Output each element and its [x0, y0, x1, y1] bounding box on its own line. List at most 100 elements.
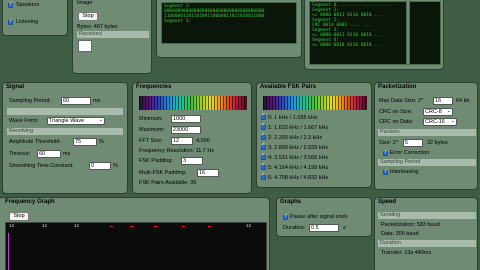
image-bytes: Bytes: 487 bytes — [77, 24, 118, 30]
crc-data-select[interactable]: CRC-16 — [423, 118, 457, 126]
wave-form-select[interactable]: Triangle Wave — [47, 117, 105, 125]
timeout-input[interactable]: 60 — [37, 150, 61, 158]
smoothing-input[interactable]: 0 — [89, 162, 111, 170]
frequency-graph-title: Frequency Graph — [5, 199, 55, 205]
packet-size-input[interactable]: 5 — [403, 139, 423, 147]
fsk-pair-row[interactable]: 2: 2.265 kHz / 2.3 kHz — [261, 135, 322, 141]
graph-marker — [154, 226, 157, 227]
console-line: Segment 1: — [164, 19, 192, 24]
graph-tick: 12 — [9, 223, 15, 228]
console-panel-2: Segment 0: ................... Segment 1… — [304, 0, 444, 70]
fsk-pair-label: 4: 3.531 kHz / 3.566 kHz — [268, 155, 329, 161]
graph-signal-line — [8, 233, 9, 270]
maximum-label: Maximum: — [139, 127, 165, 133]
packets-header: Packets — [378, 129, 476, 136]
fsk-pair-label: 6: 4.798 kHz / 4.832 kHz — [268, 175, 329, 181]
graphs-panel: Graphs Pause after signal ends Duration:… — [276, 197, 372, 237]
fsk-pair-row[interactable]: 3: 2.898 kHz / 2.933 kHz — [261, 145, 328, 151]
fft-size-input[interactable]: 12 — [171, 137, 193, 145]
audio-panel: Speakers Listening — [2, 0, 68, 36]
pause-after-signal-checkbox[interactable] — [283, 213, 288, 220]
amplitude-threshold-input[interactable]: 75 — [73, 138, 97, 146]
interleaving-checkbox[interactable] — [383, 168, 388, 175]
duration-header: Duration — [378, 240, 476, 247]
graph-tick: 12 — [74, 223, 80, 228]
signal-section-bar — [7, 108, 123, 115]
packet-size-unit: 32 bytes — [427, 140, 448, 146]
fsk-pair-checkbox[interactable] — [261, 145, 266, 151]
error-correction-label: Error Correction — [390, 150, 430, 156]
frequencies-title: Frequencies — [136, 84, 172, 90]
timeout-unit: ms — [63, 151, 71, 157]
receiving-header: Receiving — [7, 128, 123, 135]
frequencies-panel: Frequencies Minimum: 1000 Maximum: 23000… — [132, 82, 252, 194]
fsk-pair-checkbox[interactable] — [261, 155, 266, 161]
fsk-pair-checkbox[interactable] — [261, 115, 266, 121]
amplitude-threshold-unit: % — [99, 139, 104, 145]
image-stop-button[interactable]: Stop — [78, 12, 98, 21]
fsk-pair-row[interactable]: 0: 1 kHz / 1.035 kHz — [261, 115, 318, 121]
sampling-period-label: Sampling Period: — [9, 98, 51, 104]
fsk-pair-label: 0: 1 kHz / 1.035 kHz — [268, 115, 318, 121]
max-data-size-label: Max Data Size: 2^ — [379, 98, 424, 104]
fsk-pairs-available-value: 36 — [190, 180, 197, 186]
console-panel-1: Segment 1: 00000000000000000000000000000… — [156, 0, 302, 58]
listening-checkbox[interactable] — [8, 18, 13, 25]
console-output-2: Segment 0: ................... Segment 1… — [309, 1, 407, 65]
frequency-resolution-value: 11.7 Hz — [195, 148, 215, 154]
duration-input[interactable]: 0.5 — [309, 224, 339, 232]
graph-tick: 12 — [246, 223, 252, 228]
max-data-size-unit: 64 kb — [456, 98, 470, 104]
packetization-panel: Packetization Max Data Size: 2^ 16 64 kb… — [374, 82, 478, 190]
graph-marker — [208, 226, 211, 227]
graph-marker — [182, 226, 185, 227]
packetization-speed: Packetization: 583 baud — [381, 222, 440, 228]
image-panel: Image Stop Bytes: 487 bytes Received — [72, 0, 152, 74]
fsk-pair-checkbox[interactable] — [261, 175, 266, 181]
smoothing-label: Smoothing Time Constant: — [9, 163, 74, 169]
fsk-pairs-available-label: FSK Pairs Available: — [139, 180, 189, 186]
fsk-padding-input[interactable]: 3 — [181, 157, 203, 165]
frequency-resolution-label: Frequency Resolution: — [139, 148, 195, 154]
minimum-input[interactable]: 1000 — [171, 115, 201, 123]
maximum-input[interactable]: 23000 — [171, 126, 201, 134]
fsk-pairs-title: Available FSK Pairs — [260, 84, 317, 90]
graph-marker — [130, 226, 133, 227]
crc-size-label: CRC on Size: — [379, 109, 413, 115]
speed-panel: Speed Sending Packetization: 583 baud Da… — [374, 197, 478, 270]
fsk-pair-label: 3: 2.898 kHz / 2.933 kHz — [268, 145, 329, 151]
fsk-pair-checkbox[interactable] — [261, 135, 266, 141]
frequency-graph-canvas: 12 12 12 12 — [5, 222, 267, 270]
pause-after-signal-label: Pause after signal ends — [290, 214, 348, 220]
graph-stop-button[interactable]: Stop — [9, 212, 29, 221]
fsk-pair-row[interactable]: 4: 3.531 kHz / 3.566 kHz — [261, 155, 328, 161]
fsk-pair-row[interactable]: 5: 4.164 kHz / 4.199 kHz — [261, 165, 328, 171]
fsk-pair-label: 1: 1.632 kHz / 1.667 kHz — [268, 125, 329, 131]
fsk-pairs-available: FSK Pairs Available: 36 — [139, 180, 196, 186]
transfer-time: Transfer: 13s 440ms — [381, 250, 432, 256]
fsk-spectrum-bar — [263, 96, 367, 110]
multi-fsk-padding-input[interactable]: 16 — [197, 169, 219, 177]
interleaving-label: Interleaving — [390, 169, 419, 175]
console-output-3 — [409, 1, 441, 65]
wave-form-label: Wave Form: — [9, 118, 39, 124]
error-correction-checkbox[interactable] — [383, 149, 388, 156]
fsk-pair-row[interactable]: 1: 1.632 kHz / 1.667 kHz — [261, 125, 328, 131]
fsk-pair-checkbox[interactable] — [261, 125, 266, 131]
speakers-checkbox[interactable] — [8, 1, 13, 8]
packet-size-label: Size: 2^ — [379, 140, 399, 146]
fft-size-value: 4,096 — [196, 138, 210, 144]
minimum-label: Minimum: — [139, 116, 163, 122]
fsk-pair-row[interactable]: 6: 4.798 kHz / 4.832 kHz — [261, 175, 328, 181]
speed-title: Speed — [378, 199, 397, 205]
console-output-1: Segment 1: 00000000000000000000000000000… — [161, 2, 297, 44]
max-data-size-input[interactable]: 16 — [433, 97, 453, 105]
fsk-pair-label: 5: 4.164 kHz / 4.199 kHz — [268, 165, 329, 171]
graphs-title: Graphs — [280, 199, 302, 205]
fsk-pair-checkbox[interactable] — [261, 165, 266, 171]
frequency-graph-panel: Frequency Graph Stop 12 12 12 12 — [0, 197, 270, 270]
console-line: <= 0000 0010 0110 0010 ... — [312, 43, 383, 48]
crc-size-select[interactable]: CRC-8 — [423, 108, 453, 116]
timeout-label: Timeout: — [9, 151, 31, 157]
sampling-period-input[interactable]: 60 — [61, 97, 91, 105]
